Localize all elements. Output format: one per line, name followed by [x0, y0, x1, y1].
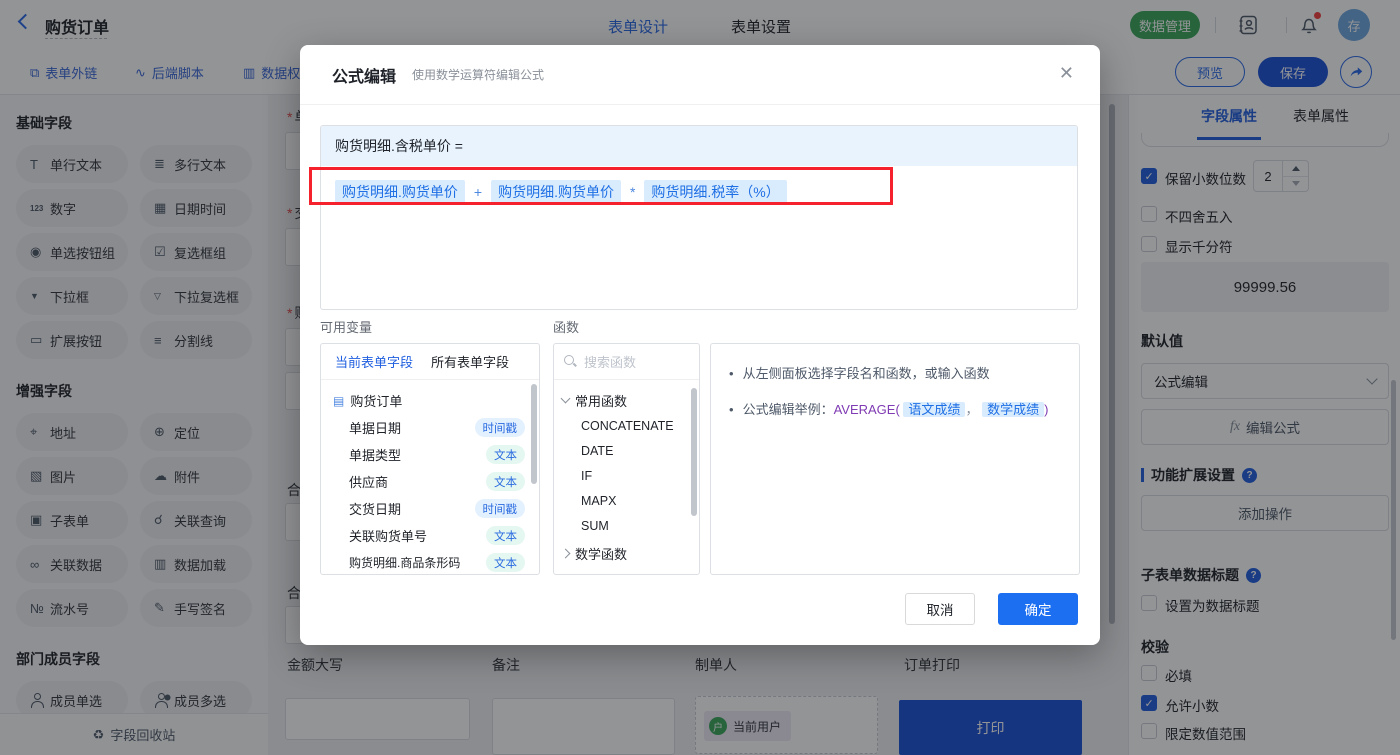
function-item[interactable]: CONCATENATE	[562, 414, 695, 439]
type-badge: 文本	[486, 553, 525, 572]
variables-scrollbar-thumb[interactable]	[531, 384, 537, 484]
group-common-functions[interactable]: 常用函数	[560, 386, 695, 414]
group-math-functions[interactable]: 数学函数	[560, 539, 695, 567]
function-tree: 常用函数 CONCATENATE DATE IF MAPX SUM 数学函数 文…	[554, 380, 699, 574]
function-item[interactable]: MAPX	[562, 489, 695, 514]
tab-all-form-fields[interactable]: 所有表单字段	[431, 352, 509, 371]
tree-item[interactable]: 关联购货单号 文本	[333, 522, 533, 549]
hint-line-2: • 公式编辑举例：AVERAGE( 语文成绩， 数学成绩)	[729, 402, 1049, 417]
type-badge: 文本	[486, 472, 525, 491]
type-badge: 文本	[486, 445, 525, 464]
tree-item[interactable]: 购货明细.商品条形码 文本	[333, 549, 533, 574]
formula-edit-modal: 公式编辑 使用数学运算符编辑公式 ✕ 购货明细.含税单价 = 购货明细.购货单价…	[300, 45, 1100, 645]
tab-current-form-fields[interactable]: 当前表单字段	[335, 352, 413, 371]
group-text-functions[interactable]: 文本函数	[562, 567, 695, 574]
caret-down-icon	[560, 393, 571, 404]
type-badge: 时间戳	[474, 418, 525, 437]
functions-panel: 搜索函数 常用函数 CONCATENATE DATE IF MAPX SUM 数…	[553, 343, 700, 575]
function-item[interactable]: SUM	[562, 514, 695, 539]
variables-panel: 当前表单字段 所有表单字段 ▤ 购货订单 单据日期 时间戳 单据类型 文本 供应商文…	[320, 343, 540, 575]
variables-tabs: 当前表单字段 所有表单字段	[321, 344, 539, 380]
hint-panel: • 从左侧面板选择字段名和函数，或输入函数 • 公式编辑举例：AVERAGE( 语…	[710, 343, 1080, 575]
document-icon: ▤	[333, 393, 345, 408]
close-icon[interactable]: ✕	[1059, 63, 1074, 84]
confirm-button[interactable]: 确定	[998, 593, 1078, 625]
formula-editor[interactable]: 购货明细.含税单价 = 购货明细.购货单价 + 购货明细.购货单价 * 购货明细…	[320, 125, 1078, 310]
example-field-chip: 语文成绩	[903, 402, 966, 417]
modal-title: 公式编辑	[332, 68, 397, 86]
function-search[interactable]: 搜索函数	[554, 344, 699, 380]
formula-target: 购货明细.含税单价 =	[321, 126, 1077, 166]
app-window: 购货订单 表单设计 表单设置 数据管理 存 ⧉ 表单外链 ∿ 后端脚本 ▥ 数据…	[0, 0, 1400, 755]
example-field-chip: 数学成绩	[982, 402, 1045, 417]
function-item[interactable]: DATE	[562, 439, 695, 464]
functions-scrollbar-thumb[interactable]	[691, 388, 697, 516]
hint-line-1: • 从左侧面板选择字段名和函数，或输入函数	[729, 366, 990, 381]
tree-item[interactable]: 交货日期 时间戳	[333, 495, 533, 522]
search-icon	[564, 355, 577, 368]
tree-root-purchase-order[interactable]: ▤ 购货订单	[333, 387, 533, 414]
available-variables-label: 可用变量	[320, 320, 373, 335]
modal-subtitle: 使用数学运算符编辑公式	[412, 68, 545, 82]
tree-item[interactable]: 单据日期 时间戳	[333, 414, 533, 441]
tree-item[interactable]: 单据类型 文本	[333, 441, 533, 468]
function-item[interactable]: IF	[562, 464, 695, 489]
cancel-button[interactable]: 取消	[905, 593, 975, 625]
variables-tree: ▤ 购货订单 单据日期 时间戳 单据类型 文本 供应商 文本 交货日期 时间戳 关联购货…	[321, 380, 539, 574]
type-badge: 文本	[486, 526, 525, 545]
caret-right-icon	[560, 548, 571, 558]
tree-item[interactable]: 供应商 文本	[333, 468, 533, 495]
example-function: AVERAGE(	[833, 402, 900, 417]
search-placeholder: 搜索函数	[584, 355, 637, 370]
annotation-highlight-box	[309, 167, 893, 205]
type-badge: 时间戳	[474, 499, 525, 518]
functions-label: 函数	[553, 320, 580, 335]
modal-header: 公式编辑 使用数学运算符编辑公式	[300, 45, 1100, 105]
